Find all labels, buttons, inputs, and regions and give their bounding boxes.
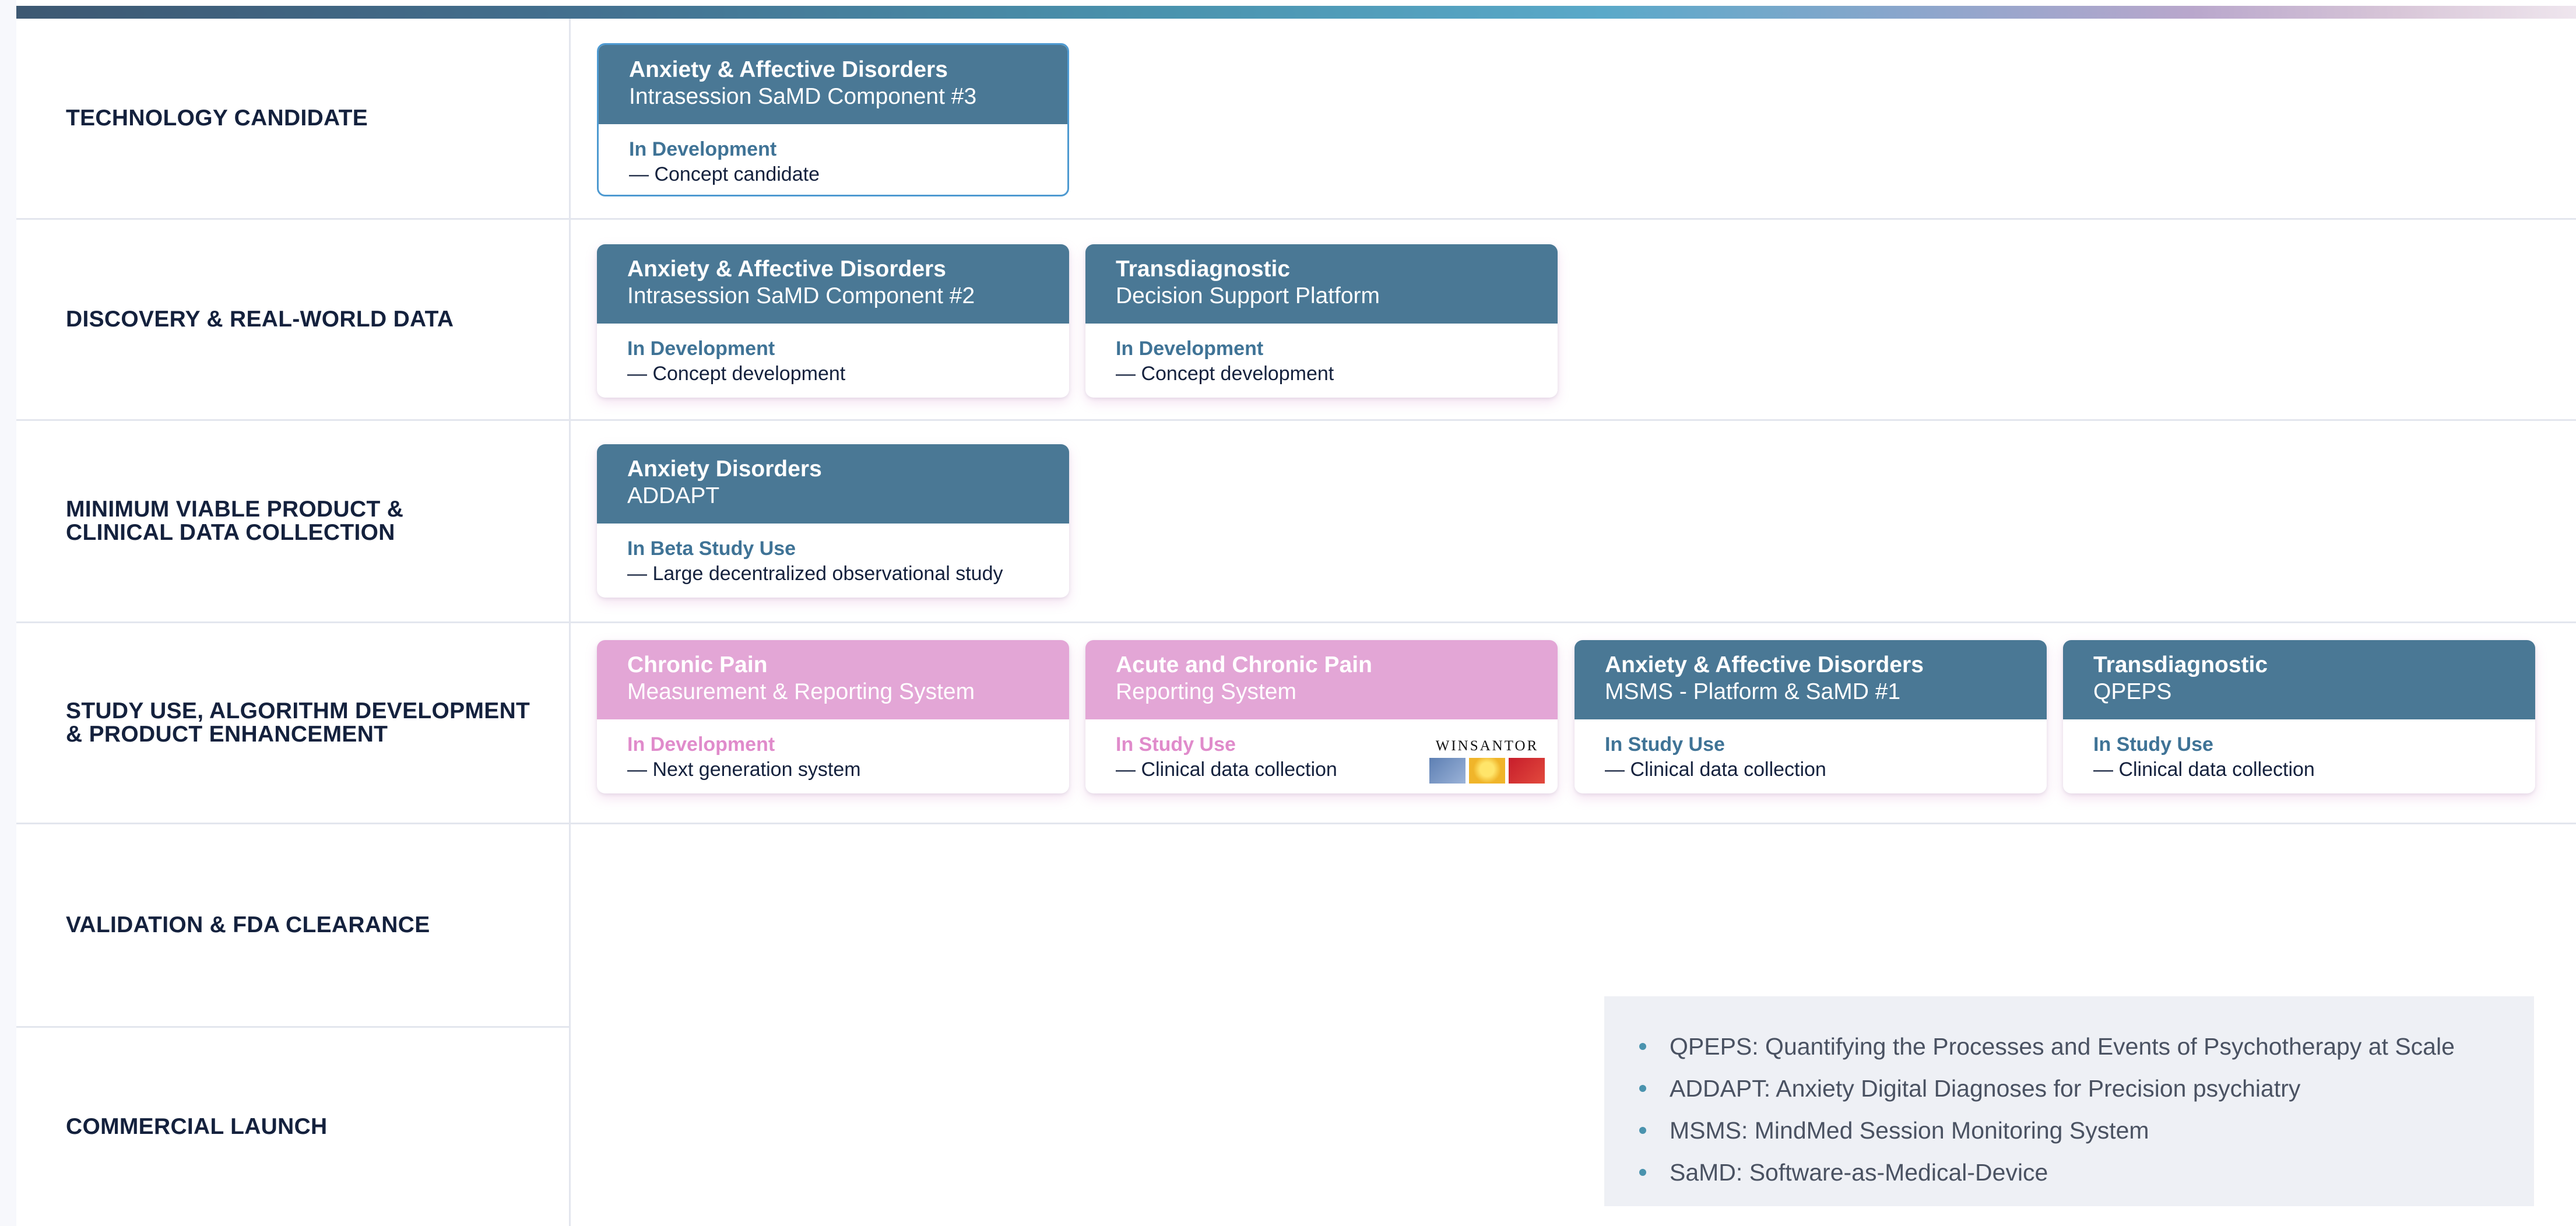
card-subtitle: Intrasession SaMD Component #2: [627, 283, 975, 308]
card-title: Anxiety Disorders: [627, 456, 822, 482]
card-msms-platform[interactable]: Anxiety & Affective Disorders MSMS - Pla…: [1575, 640, 2047, 793]
card-note: — Clinical data collection: [2093, 758, 2315, 781]
card-subtitle: Intrasession SaMD Component #3: [629, 84, 977, 109]
legend-item: SaMD: Software-as-Medical-Device: [1639, 1151, 2534, 1193]
card-header: Chronic Pain Measurement & Reporting Sys…: [597, 640, 1069, 719]
card-header: Transdiagnostic QPEPS: [2063, 640, 2535, 719]
card-status: In Development: [627, 338, 775, 360]
card-header: Anxiety Disorders ADDAPT: [597, 444, 1069, 524]
card-body: In Study Use — Clinical data collection: [1575, 719, 2047, 782]
card-body: In Study Use — Clinical data collection …: [1085, 719, 1558, 784]
left-margin: [0, 0, 16, 1226]
card-addapt[interactable]: Anxiety Disorders ADDAPT In Beta Study U…: [597, 444, 1069, 598]
bullet-icon: [1639, 1127, 1646, 1134]
card-status: In Development: [629, 138, 777, 160]
card-intrasession-samd-2[interactable]: Anxiety & Affective Disorders Intrasessi…: [597, 244, 1069, 398]
legend-item: ADDAPT: Anxiety Digital Diagnoses for Pr…: [1639, 1067, 2534, 1109]
card-status: In Development: [627, 733, 775, 756]
winsantor-logo: WINSANTOR: [1429, 738, 1545, 784]
card-header: Transdiagnostic Decision Support Platfor…: [1085, 244, 1558, 324]
card-note: — Clinical data collection: [1605, 758, 1826, 781]
logo-tile-red: [1509, 758, 1545, 784]
card-chronic-pain-measurement[interactable]: Chronic Pain Measurement & Reporting Sys…: [597, 640, 1069, 793]
acronym-legend: QPEPS: Quantifying the Processes and Eve…: [1604, 996, 2534, 1206]
card-status: In Development: [1116, 338, 1264, 360]
card-title: Anxiety & Affective Disorders: [1605, 652, 1924, 677]
bullet-icon: [1639, 1169, 1646, 1176]
bullet-icon: [1639, 1085, 1646, 1092]
card-title: Chronic Pain: [627, 652, 768, 677]
card-note: — Concept candidate: [629, 163, 820, 185]
logo-tile-yellow: [1469, 758, 1505, 784]
winsantor-logo-text: WINSANTOR: [1435, 738, 1539, 754]
card-body: In Study Use — Clinical data collection: [2063, 719, 2535, 782]
card-intrasession-samd-3[interactable]: Anxiety & Affective Disorders Intrasessi…: [597, 43, 1069, 196]
card-note: — Concept development: [1116, 363, 1334, 385]
card-header: Anxiety & Affective Disorders Intrasessi…: [599, 45, 1067, 124]
pipeline-page: TECHNOLOGY CANDIDATE DISCOVERY & REAL-WO…: [0, 0, 2576, 1226]
card-header: Anxiety & Affective Disorders Intrasessi…: [597, 244, 1069, 324]
card-note: — Large decentralized observational stud…: [627, 563, 1003, 585]
card-title: Transdiagnostic: [2093, 652, 2268, 677]
stage-label-discovery: DISCOVERY & REAL-WORLD DATA: [66, 307, 454, 332]
card-note: — Concept development: [627, 363, 846, 385]
stage-label-commercial-launch: COMMERCIAL LAUNCH: [66, 1114, 328, 1139]
card-note: — Next generation system: [627, 758, 861, 781]
legend-item: MSMS: MindMed Session Monitoring System: [1639, 1109, 2534, 1151]
card-qpeps[interactable]: Transdiagnostic QPEPS In Study Use — Cli…: [2063, 640, 2535, 793]
card-title: Transdiagnostic: [1116, 257, 1291, 282]
card-status: In Study Use: [2093, 733, 2213, 756]
legend-item: QPEPS: Quantifying the Processes and Eve…: [1639, 1025, 2534, 1067]
bullet-icon: [1639, 1043, 1646, 1050]
stage-label-technology-candidate: TECHNOLOGY CANDIDATE: [66, 106, 368, 131]
stage-label-validation: VALIDATION & FDA CLEARANCE: [66, 912, 430, 937]
card-title: Acute and Chronic Pain: [1116, 652, 1372, 677]
card-acute-chronic-pain-reporting[interactable]: Acute and Chronic Pain Reporting System …: [1085, 640, 1558, 793]
gradient-top-bar: [16, 6, 2576, 19]
card-subtitle: QPEPS: [2093, 679, 2172, 704]
card-body: In Development — Concept development: [1085, 324, 1558, 387]
logo-tile-blue: [1429, 758, 1466, 784]
card-subtitle: Decision Support Platform: [1116, 283, 1380, 308]
card-status: In Beta Study Use: [627, 538, 796, 560]
card-body: In Development — Concept development: [597, 324, 1069, 387]
winsantor-logo-tiles: [1429, 758, 1545, 784]
card-subtitle: Reporting System: [1116, 679, 1296, 704]
card-body: In Beta Study Use — Large decentralized …: [597, 524, 1069, 586]
card-subtitle: MSMS - Platform & SaMD #1: [1605, 679, 1901, 704]
stage-label-study-use: STUDY USE, ALGORITHM DEVELOPMENT & PRODU…: [66, 698, 530, 747]
card-body: In Development — Concept candidate: [599, 124, 1067, 187]
card-header: Anxiety & Affective Disorders MSMS - Pla…: [1575, 640, 2047, 719]
card-header: Acute and Chronic Pain Reporting System: [1085, 640, 1558, 719]
stage-label-mvp: MINIMUM VIABLE PRODUCT & CLINICAL DATA C…: [66, 497, 404, 545]
card-subtitle: ADDAPT: [627, 483, 720, 508]
card-status: In Study Use: [1605, 733, 1725, 756]
card-title: Anxiety & Affective Disorders: [627, 257, 946, 282]
card-subtitle: Measurement & Reporting System: [627, 679, 975, 704]
card-title: Anxiety & Affective Disorders: [629, 57, 948, 82]
card-decision-support-platform[interactable]: Transdiagnostic Decision Support Platfor…: [1085, 244, 1558, 398]
card-body: In Development — Next generation system: [597, 719, 1069, 782]
